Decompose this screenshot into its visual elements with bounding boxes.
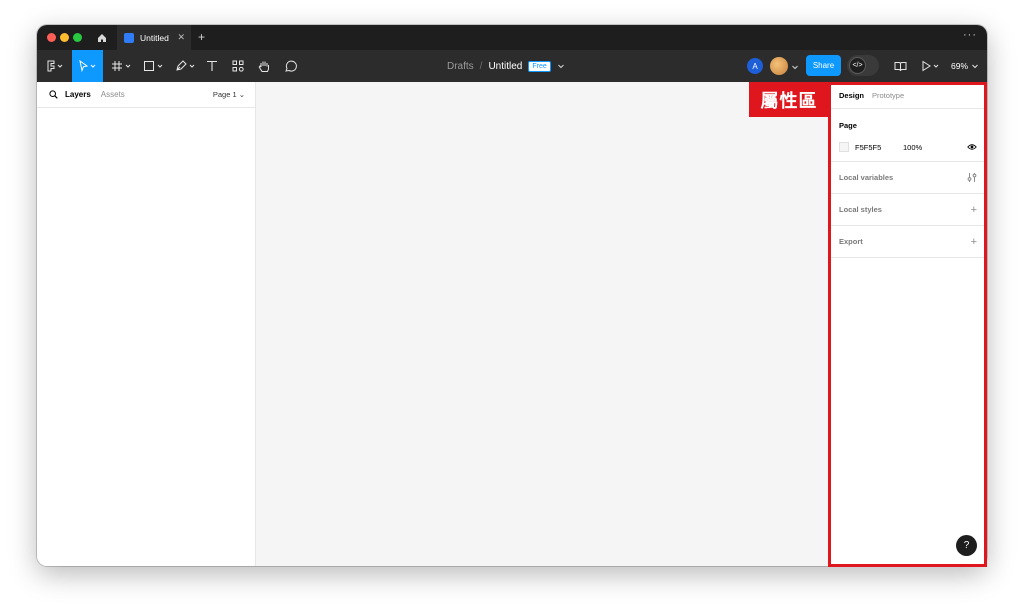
shape-tool-button[interactable] (141, 50, 167, 82)
color-swatch[interactable] (839, 142, 849, 152)
tab-assets[interactable]: Assets (101, 90, 125, 99)
file-tab[interactable]: Untitled ✕ (117, 25, 191, 50)
library-button[interactable] (891, 50, 909, 82)
frame-tool-button[interactable] (109, 50, 135, 82)
annotation-label: 屬性區 (749, 82, 829, 117)
pen-tool-button[interactable] (173, 50, 199, 82)
drafts-link[interactable]: Drafts (447, 61, 474, 72)
eye-icon[interactable] (967, 143, 977, 151)
text-icon (207, 60, 217, 71)
figma-file-icon (124, 32, 134, 43)
play-icon (922, 60, 939, 72)
tab-prototype[interactable]: Prototype (872, 91, 904, 100)
tab-layers[interactable]: Layers (65, 90, 91, 99)
chevron-down-icon[interactable] (791, 63, 799, 71)
page-selector[interactable]: Page 1 ⌄ (213, 90, 245, 99)
dev-mode-toggle[interactable]: </> (847, 55, 879, 76)
comment-icon (284, 60, 297, 72)
close-window-button[interactable] (47, 33, 56, 42)
variables-icon[interactable] (967, 172, 977, 183)
chevron-down-icon[interactable] (557, 62, 565, 70)
canvas[interactable] (256, 82, 829, 566)
text-tool-button[interactable] (203, 50, 221, 82)
file-name[interactable]: Untitled (488, 61, 522, 72)
figma-menu-icon (47, 60, 63, 72)
cursor-icon (78, 60, 95, 72)
export-section: Export + (829, 226, 987, 258)
tab-design[interactable]: Design (839, 91, 864, 100)
local-variables-label: Local variables (839, 173, 894, 182)
more-options-button[interactable]: ··· (963, 29, 977, 41)
local-styles-section: Local styles + (829, 194, 987, 226)
user-avatar[interactable] (770, 57, 788, 75)
home-button[interactable] (91, 25, 113, 50)
rectangle-icon (144, 61, 163, 71)
page-opacity-value[interactable]: 100% (903, 143, 922, 152)
frame-icon (112, 61, 131, 71)
present-button[interactable] (919, 50, 943, 82)
layers-panel: Layers Assets Page 1 ⌄ (37, 82, 256, 566)
toolbar: Drafts / Untitled Free A Share </> 69% (37, 50, 987, 82)
file-tab-label: Untitled (140, 32, 169, 43)
resources-tool-button[interactable] (229, 50, 247, 82)
chevron-down-icon (972, 64, 978, 69)
page-section: Page F5F5F5 100% (829, 109, 987, 162)
share-button[interactable]: Share (806, 55, 841, 76)
move-tool-button[interactable] (72, 50, 103, 82)
avatar[interactable]: A (747, 58, 763, 74)
export-label: Export (839, 237, 863, 246)
breadcrumb-separator: / (479, 60, 483, 72)
local-variables-section: Local variables (829, 162, 987, 194)
layers-panel-header: Layers Assets Page 1 ⌄ (37, 82, 255, 108)
zoom-window-button[interactable] (73, 33, 82, 42)
pen-icon (176, 60, 195, 71)
close-tab-icon[interactable]: ✕ (177, 32, 185, 43)
page-section-title: Page (839, 121, 857, 130)
book-icon (894, 61, 906, 71)
plus-icon[interactable]: + (971, 204, 977, 216)
plus-icon[interactable]: + (971, 236, 977, 248)
page-color-value[interactable]: F5F5F5 (855, 143, 903, 152)
home-icon (98, 33, 106, 42)
properties-panel: Design Prototype Page F5F5F5 100% Local … (829, 82, 987, 566)
title-bar: Untitled ✕ + ··· (37, 25, 987, 50)
zoom-control[interactable]: 69% (951, 50, 979, 82)
page-fill-row: F5F5F5 100% (839, 141, 977, 153)
properties-tabs: Design Prototype (829, 82, 987, 109)
hand-tool-button[interactable] (255, 50, 273, 82)
main-menu-button[interactable] (43, 50, 67, 82)
plan-badge: Free (528, 60, 551, 72)
comment-tool-button[interactable] (281, 50, 299, 82)
figma-window: Untitled ✕ + ··· Drafts / Untitled Free … (37, 25, 987, 566)
new-tab-button[interactable]: + (198, 30, 205, 44)
code-icon: </> (849, 57, 866, 74)
components-icon (232, 60, 244, 72)
hand-icon (258, 61, 269, 72)
zoom-value: 69% (951, 61, 969, 71)
local-styles-label: Local styles (839, 205, 882, 214)
search-icon[interactable] (49, 90, 58, 99)
breadcrumb: Drafts / Untitled Free (447, 50, 565, 82)
help-button[interactable]: ? (956, 535, 977, 556)
minimize-window-button[interactable] (60, 33, 69, 42)
